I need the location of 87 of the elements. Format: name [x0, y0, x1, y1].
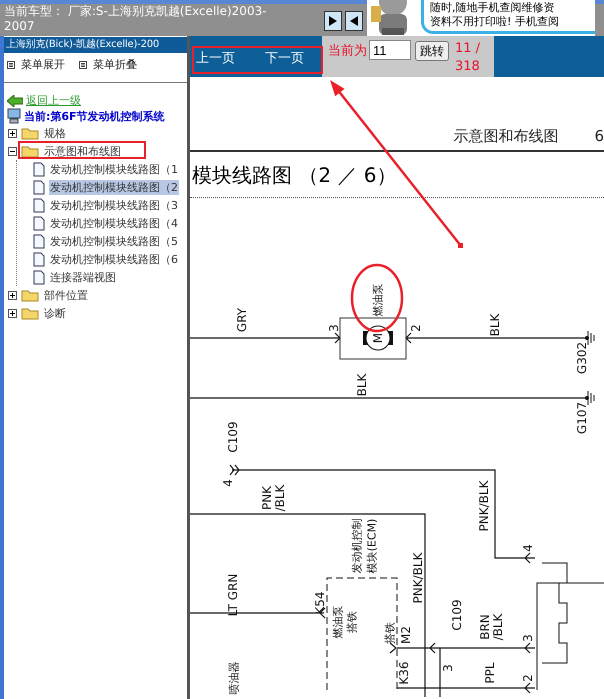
wire-label: C109 [450, 599, 464, 631]
prev-page-link[interactable]: 上一页 [196, 49, 235, 77]
document-icon [33, 252, 45, 266]
expander-icon[interactable] [8, 290, 17, 300]
document-icon [33, 216, 45, 230]
document-icon [33, 180, 45, 194]
ground-icon [585, 390, 594, 406]
wire-label: 搭铁 [346, 611, 358, 633]
wire-label: PNK/BLK [477, 480, 491, 532]
highlight-ellipse [350, 264, 404, 332]
wire-label: 燃油泵 [332, 606, 344, 638]
tree-item[interactable]: 发动机控制模块线路图（6 [49, 252, 179, 266]
wire-label: BLK [355, 374, 369, 396]
jump-button[interactable]: 跳转 [415, 41, 449, 61]
folder-icon [21, 288, 39, 302]
panel-title: 上海别克(Bick)-凯越(Excelle)-200 [4, 37, 187, 53]
wire-label: LT GRN [226, 574, 240, 616]
tree-item[interactable]: 规格 [43, 126, 67, 140]
tree-item[interactable]: 部件位置 [43, 288, 89, 302]
tree-item[interactable]: 发动机控制模块线路图（4 [49, 216, 179, 230]
wire-label: G302 [575, 342, 589, 374]
motor-drawing [340, 318, 406, 360]
wire-label: PNK/BLK [411, 552, 425, 604]
wire-label: BLK [488, 314, 502, 336]
wire-label: PNK [260, 486, 274, 510]
tree-item[interactable]: 发动机控制模块线路图（3 [49, 198, 179, 212]
expander-icon[interactable] [8, 146, 17, 156]
ad-text: 随时,随地手机查阅维修资 [430, 1, 556, 15]
expander-icon[interactable] [8, 308, 17, 318]
ground-icon [585, 330, 594, 346]
document-icon [33, 234, 45, 248]
section-code: 6 [594, 127, 604, 145]
arrow-left-icon [350, 16, 358, 26]
list-icon [79, 60, 87, 68]
tree-item[interactable]: 诊断 [43, 306, 67, 320]
tree-item[interactable]: 发动机控制模块线路图（2 [49, 180, 179, 194]
back-link[interactable]: 返回上一级 [26, 93, 81, 108]
wire-label: PPL [483, 662, 497, 684]
wire-label: 燃油泵 [372, 284, 384, 316]
wire-label: 搭铁 [384, 622, 396, 644]
list-icon [7, 60, 15, 68]
back-arrow-icon [7, 94, 23, 106]
wire-label: 发动机控制 [350, 518, 364, 574]
document-icon [33, 162, 45, 176]
nav-button[interactable] [345, 11, 363, 31]
wire-label: 3 [327, 324, 341, 332]
vehicle-model-text: 当前车型： 厂家:S-上海别克凯越(Excelle)2003-2007 [3, 3, 268, 35]
menu-link[interactable]: 菜单展开 [21, 57, 65, 72]
wire-label: 喷油器 [228, 662, 240, 694]
wire-label: BRN [478, 614, 492, 640]
wire-label: C109 [226, 421, 240, 453]
wire-label: GRY [235, 308, 249, 332]
wire-label: /BLK [491, 614, 505, 640]
wire-label: K36 [397, 661, 411, 685]
diagram-title: 模块线路图 （2 ／ 6） [191, 162, 398, 189]
wire-label: 2 [409, 324, 423, 332]
page-count: 11 / 318 [455, 40, 482, 76]
nav-button[interactable] [324, 11, 342, 31]
arrow-right-icon [329, 16, 337, 26]
wire-label: 3 [521, 634, 535, 642]
wire-label: 4 [221, 479, 235, 487]
wire-label: 2 [521, 674, 535, 682]
document-icon [33, 270, 45, 284]
current-page-label: 当前为 [328, 44, 367, 58]
folder-icon [21, 126, 39, 140]
document-icon [33, 198, 45, 212]
current-section: 当前:第6F节发动机控制系统 [24, 108, 165, 124]
wire-label: 3 [441, 664, 455, 672]
menu-link[interactable]: 菜单折叠 [93, 57, 137, 72]
wire-label: M2 [399, 626, 413, 644]
wire-label: 模块(ECM) [366, 518, 378, 574]
computer-icon [7, 108, 21, 124]
expander-icon[interactable] [8, 128, 17, 138]
tree-item[interactable]: 发动机控制模块线路图（1 [49, 162, 179, 176]
wire-label: M [371, 332, 385, 344]
folder-icon [21, 306, 39, 320]
page-input[interactable]: 11 [369, 40, 411, 60]
tree-item[interactable]: 发动机控制模块线路图（5 [49, 234, 179, 248]
tree-item[interactable]: 示意图和布线图 [43, 144, 122, 158]
tree-item[interactable]: 连接器端视图 [49, 270, 117, 284]
ad-text: 资料不用打印啦! 手机查阅 [430, 15, 560, 29]
wire-label: /BLK [273, 484, 287, 512]
wire-label: G107 [575, 402, 589, 434]
folder-icon [21, 144, 39, 158]
next-page-link[interactable]: 下一页 [265, 49, 304, 77]
section-heading: 示意图和布线图 [453, 126, 558, 146]
wire-label: 4 [521, 544, 535, 552]
